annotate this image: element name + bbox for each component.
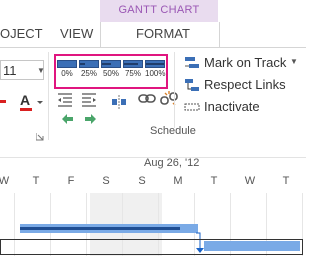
tab-project[interactable]: OJECT (0, 26, 43, 41)
move-left-right-arrows-icon (62, 114, 96, 124)
timescale-bottom-tier: W T F S S M T W T (0, 171, 306, 194)
percent-100-label: 100% (145, 69, 166, 78)
group-separator (48, 52, 49, 140)
inactivate-button[interactable]: Inactivate (184, 98, 284, 116)
percent-50-bar-icon (101, 60, 121, 68)
font-color-button[interactable]: A (20, 92, 44, 114)
percent-75-label: 75% (124, 69, 141, 78)
svg-text:A: A (20, 92, 30, 108)
group-separator (174, 52, 175, 128)
day-label: W (0, 175, 10, 187)
percent-25-label: 25% (80, 69, 97, 78)
tab-view[interactable]: VIEW (60, 26, 93, 41)
tab-format[interactable]: FORMAT (136, 26, 190, 41)
outdent-icon (58, 93, 72, 107)
gantt-chart-area[interactable] (0, 193, 306, 256)
percent-75-bar-icon (123, 60, 143, 68)
inactivate-label: Inactivate (204, 99, 260, 114)
day-label: T (32, 175, 40, 187)
day-label: W (244, 175, 256, 187)
font-color-icon: A (20, 92, 43, 111)
day-label: F (67, 175, 75, 187)
chevron-down-icon[interactable]: ▼ (290, 57, 298, 66)
font-size-value: 11 (3, 63, 17, 78)
week-label: Aug 26, '12 (144, 157, 200, 169)
link-icon (138, 94, 156, 103)
percent-50-button[interactable]: 50% (101, 60, 121, 78)
respect-links-label: Respect Links (204, 77, 286, 92)
day-label: T (210, 175, 218, 187)
task-progress-bar (20, 227, 180, 230)
outdent-task-button[interactable] (57, 92, 73, 108)
timescale-top-tier: Aug 26, '12 (0, 145, 306, 171)
unlink-tasks-button[interactable] (160, 90, 178, 108)
split-task-icon (112, 95, 126, 109)
split-task-button[interactable] (111, 94, 127, 110)
successor-task-bar[interactable] (204, 241, 300, 251)
percent-25-bar-icon (79, 60, 99, 68)
mark-on-track-label: Mark on Track (204, 55, 287, 70)
schedule-group-label: Schedule (150, 125, 196, 137)
percent-100-bar-icon (145, 60, 165, 68)
mark-on-track-icon (185, 57, 199, 68)
percent-25-button[interactable]: 25% (79, 60, 99, 78)
context-tab-group-label: GANTT CHART TOOLS (100, 0, 218, 37)
inactivate-icon (184, 103, 200, 111)
percent-0-button[interactable]: 0% (57, 60, 77, 78)
font-size-combobox[interactable]: 11 ▼ (0, 60, 45, 81)
dialog-launcher-icon[interactable] (35, 128, 44, 141)
day-label: T (282, 175, 290, 187)
percent-75-button[interactable]: 75% (123, 60, 143, 78)
respect-links-icon (185, 79, 199, 91)
percent-100-button[interactable]: 100% (145, 60, 165, 78)
indent-task-button[interactable] (81, 92, 97, 108)
link-tasks-button[interactable] (138, 92, 156, 106)
ribbon: 11 ▼ A 0% 25% 50% 75% 100% Mark on Track… (0, 47, 306, 146)
day-label: S (102, 175, 110, 187)
move-task-arrows[interactable] (61, 112, 97, 124)
mark-on-track-button[interactable]: Mark on Track ▼ (184, 54, 306, 72)
percent-50-label: 50% (102, 69, 119, 78)
day-label: M (173, 175, 183, 187)
chevron-down-icon[interactable]: ▼ (37, 61, 45, 81)
day-label: S (138, 175, 146, 187)
percent-0-bar-icon (57, 60, 77, 68)
highlight-color-swatch (0, 100, 6, 103)
percent-0-label: 0% (61, 69, 73, 78)
respect-links-button[interactable]: Respect Links (184, 76, 294, 94)
indent-icon (82, 93, 96, 107)
ribbon-tabs: GANTT CHART TOOLS OJECT VIEW FORMAT (0, 0, 306, 48)
unlink-icon (160, 91, 178, 106)
